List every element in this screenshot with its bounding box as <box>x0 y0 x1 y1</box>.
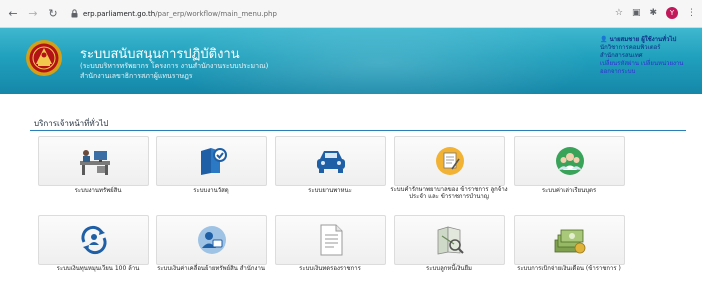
tile-medical-label: ระบบคำรักษาพยาบาลของ ข้าราชการ ลูกจ้างปร… <box>390 186 508 200</box>
user-name-text: นายสมชาย ผู้ใช้งานทั่วไป <box>609 36 677 43</box>
section-title: บริการเจ้าหน้าที่ทั่วไป <box>34 119 109 128</box>
tile-revolving-fund[interactable] <box>38 215 149 265</box>
browser-toolbar: ← → ↻ erp.parliament.go.th/par_erp/workf… <box>0 0 702 28</box>
car-icon <box>316 151 345 173</box>
user-settings-links[interactable]: เปลี่ยนรหัสผ่าน เปลี่ยนหน่วยงาน <box>600 60 696 68</box>
profile-avatar[interactable]: Y <box>666 7 678 19</box>
documents-check-icon <box>200 148 227 175</box>
group-people-icon <box>555 147 584 175</box>
parliament-logo-icon <box>24 36 64 80</box>
text-document-icon <box>320 224 342 256</box>
tile-revolving-fund-label: ระบบเงินทุนหมุนเวียน 100 ล้าน <box>56 265 140 272</box>
user-role-2: สำนักสารสนเทศ <box>600 52 643 59</box>
tile-payroll-label: ระบบการเบิกจ่ายเงินเดือน (ข้าราชการ ) <box>517 265 621 272</box>
url-host: erp.parliament.go.th <box>83 9 156 18</box>
tile-assets[interactable] <box>38 136 149 186</box>
tile-supplies-label: ระบบงานวัสดุ <box>193 187 229 194</box>
tile-vehicles-label: ระบบยานพาหนะ <box>308 187 352 194</box>
user-name: 👤 นายสมชาย ผู้ใช้งานทั่วไป <box>600 36 677 43</box>
health-document-icon <box>435 147 464 175</box>
address-bar[interactable]: erp.parliament.go.th/par_erp/workflow/ma… <box>83 10 277 18</box>
organization-name: สำนักงานเลขาธิการสภาผู้แทนราษฎร <box>80 72 193 80</box>
tile-assets-label: ระบบงานทรัพย์สิน <box>74 187 122 194</box>
tile-payroll[interactable] <box>514 215 625 265</box>
person-card-icon <box>197 226 226 254</box>
user-info: 👤 นายสมชาย ผู้ใช้งานทั่วไป นักวิชาการคอม… <box>600 36 696 76</box>
header-banner: ระบบสนับสนุนการปฏิบัติงาน (ระบบบริหารทรั… <box>0 28 702 94</box>
forward-arrow-icon[interactable]: → <box>26 7 40 21</box>
revolving-fund-icon <box>80 225 107 255</box>
page: { "browser": { "url_host": "erp.parliame… <box>0 0 702 303</box>
section-divider <box>30 130 686 131</box>
menu-kebab-icon[interactable]: ⋮ <box>687 7 696 19</box>
map-document-icon <box>437 226 464 255</box>
tile-loans[interactable] <box>394 215 505 265</box>
puzzle-icon[interactable]: ✱ <box>649 7 657 19</box>
tile-loans-label: ระบบลูกหนี้เงินยืม <box>426 265 472 272</box>
back-arrow-icon[interactable]: ← <box>6 7 20 21</box>
tile-advance-label: ระบบเงินทดรองราชการ <box>299 265 361 272</box>
logout-link[interactable]: ออกจากระบบ <box>600 68 696 76</box>
user-role-1: นักวิชาการคอมพิวเตอร์ <box>600 44 661 51</box>
tile-relocation[interactable] <box>156 215 267 265</box>
url-path: /par_erp/workflow/main_menu.php <box>155 9 277 18</box>
tile-vehicles[interactable] <box>275 136 386 186</box>
tile-advance[interactable] <box>275 215 386 265</box>
tile-tuition-label: ระบบค่าเล่าเรียนบุตร <box>541 187 597 194</box>
tile-tuition[interactable] <box>514 136 625 186</box>
extension-icon[interactable]: ▣ <box>632 7 641 19</box>
money-stack-icon <box>554 229 585 254</box>
desk-computer-icon <box>79 150 110 175</box>
star-icon[interactable]: ☆ <box>615 7 623 19</box>
tile-supplies[interactable] <box>156 136 267 186</box>
tile-medical[interactable] <box>394 136 505 186</box>
tile-relocation-label: ระบบเงินค่าเคลื่อนย้ายทรัพย์สิน สำนักงาน <box>157 265 265 272</box>
reload-icon[interactable]: ↻ <box>46 7 60 21</box>
lock-icon <box>70 9 78 19</box>
